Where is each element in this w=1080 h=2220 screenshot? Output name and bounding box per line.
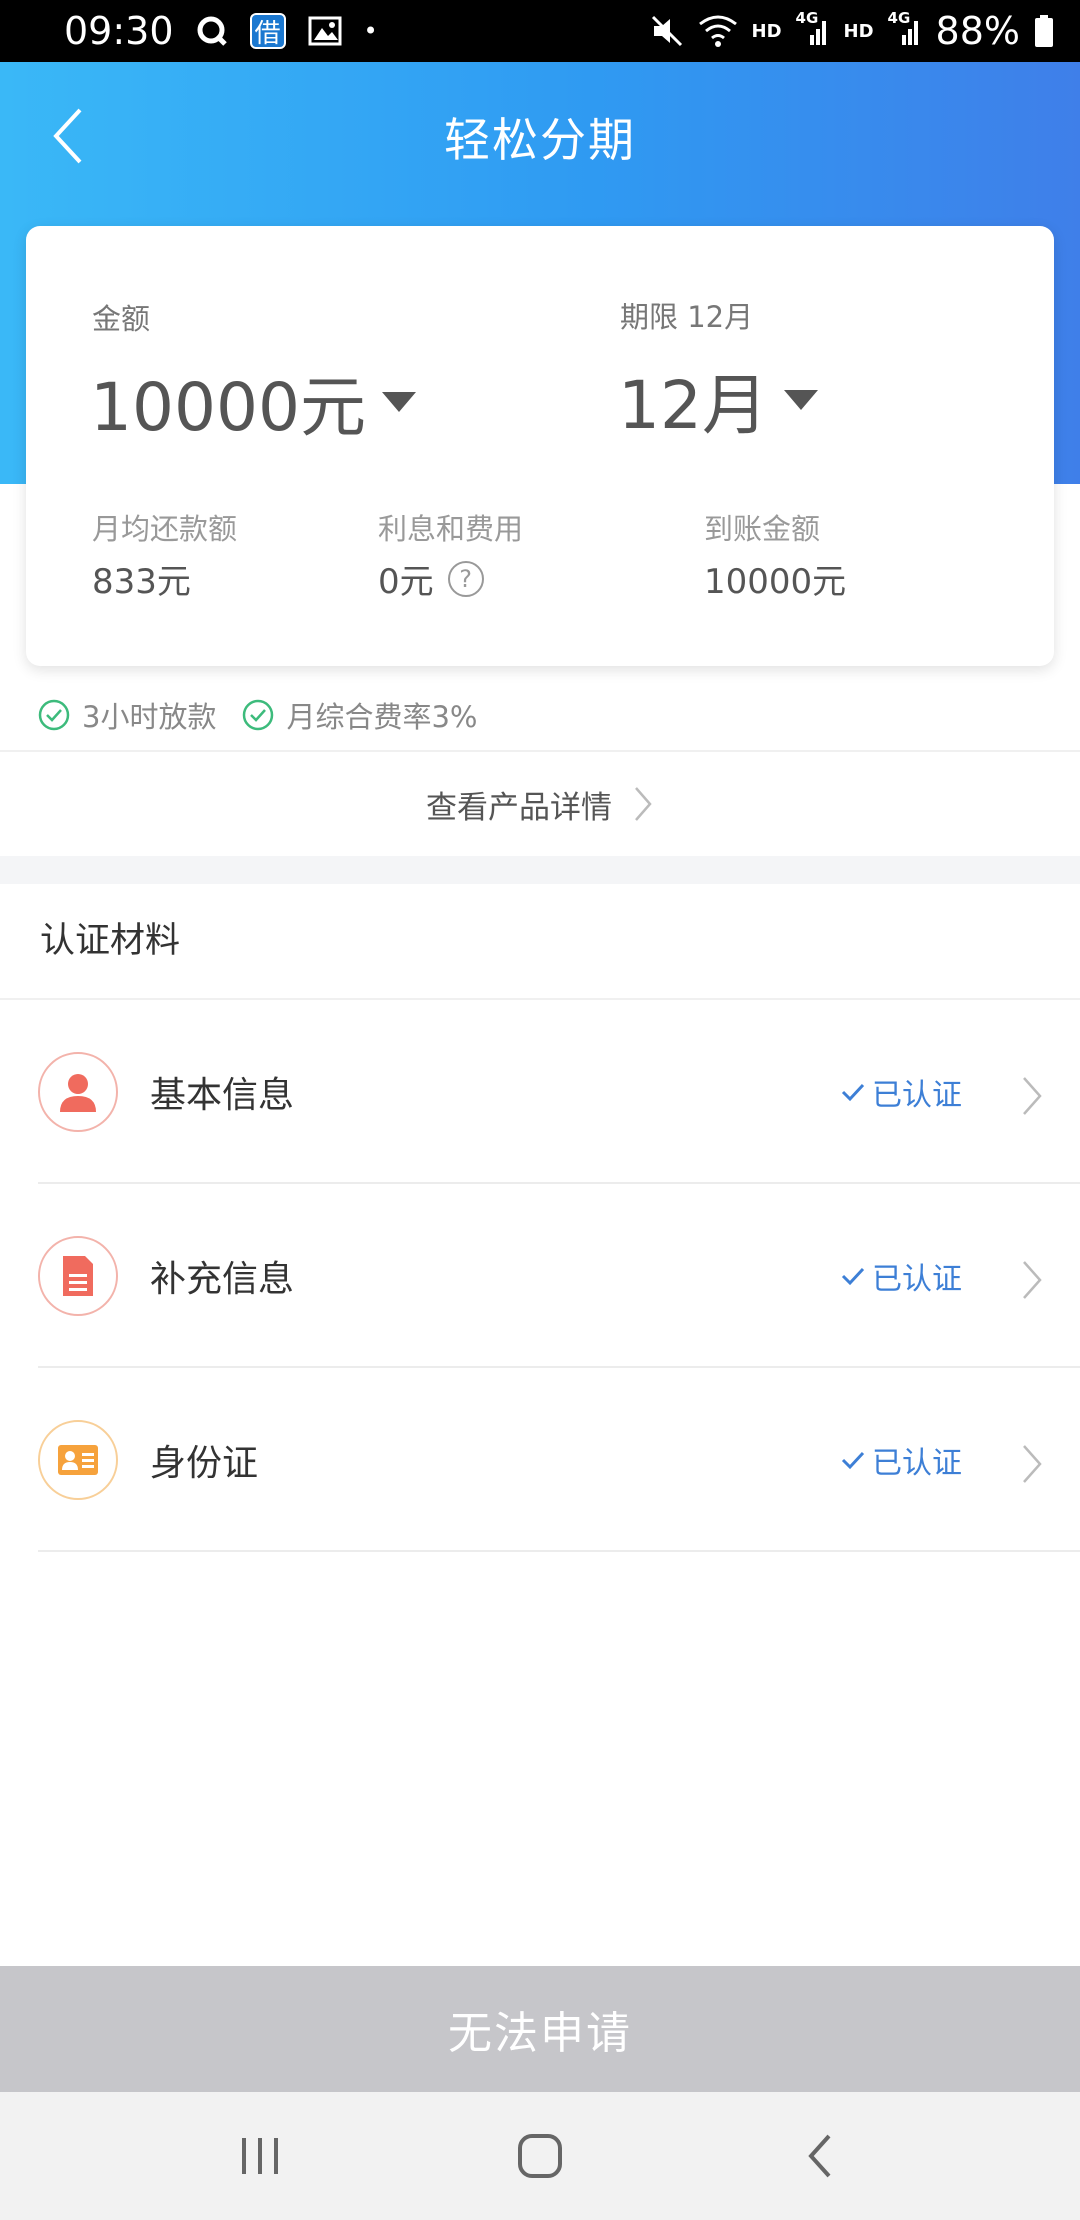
- cert-item-supplementary-info[interactable]: 补充信息 已认证: [0, 1184, 1080, 1368]
- interest-fees-value: 0元: [378, 562, 434, 602]
- id-card-icon: [38, 1420, 118, 1500]
- caret-down-icon: [783, 390, 818, 410]
- monthly-payment-value: 833元: [92, 562, 191, 602]
- status-time: 09:30: [64, 9, 174, 53]
- mute-icon: [650, 13, 684, 49]
- amount-value: 10000元: [90, 369, 366, 446]
- received-amount-value: 10000元: [704, 562, 847, 602]
- feature-item: 3小时放款: [38, 694, 216, 736]
- hd-label-2: HD: [843, 20, 874, 42]
- chevron-right-icon: [1023, 1261, 1042, 1299]
- gallery-icon: [308, 13, 342, 49]
- signal-icon-2: 4G: [888, 9, 922, 49]
- net-4g-label-2: 4G: [887, 9, 911, 27]
- recent-apps-button[interactable]: [210, 2106, 310, 2206]
- interest-fees-label: 利息和费用: [378, 512, 524, 546]
- feature-label: 3小时放款: [82, 700, 217, 734]
- net-4g-label-1: 4G: [795, 9, 819, 27]
- home-button[interactable]: [490, 2106, 590, 2206]
- chevron-right-icon: [635, 787, 652, 821]
- check-icon: [841, 1267, 865, 1286]
- cert-item-basic-info[interactable]: 基本信息 已认证: [0, 1000, 1080, 1184]
- feature-label: 月综合费率3%: [286, 700, 478, 734]
- section-gap: [0, 856, 1080, 884]
- term-selector[interactable]: 12月: [618, 352, 818, 448]
- caret-down-icon: [381, 392, 416, 412]
- document-icon: [38, 1236, 118, 1316]
- q-app-icon: [196, 13, 228, 49]
- system-nav-bar: [0, 2092, 1080, 2220]
- check-circle-icon: [38, 699, 70, 731]
- verified-status: 已认证: [840, 1070, 962, 1114]
- loan-card: 金额 10000元 期限 12月 12月 月均还款额 833元 利息和费用 0元…: [26, 226, 1054, 666]
- home-icon: [518, 2134, 562, 2178]
- interest-fees: 0元 ?: [378, 554, 484, 603]
- chevron-right-icon: [1023, 1445, 1042, 1483]
- apply-button[interactable]: 无法申请: [0, 1966, 1080, 2092]
- wifi-icon: [698, 13, 738, 49]
- check-icon: [841, 1451, 865, 1470]
- verified-label: 已认证: [872, 1262, 962, 1297]
- battery-icon: [1034, 13, 1054, 49]
- verified-label: 已认证: [872, 1078, 962, 1113]
- amount-selector[interactable]: 10000元: [90, 354, 416, 450]
- verified-label: 已认证: [872, 1446, 962, 1481]
- verified-status: 已认证: [840, 1254, 962, 1298]
- back-icon: [808, 2134, 831, 2178]
- person-icon: [38, 1052, 118, 1132]
- monthly-payment-label: 月均还款额: [92, 512, 238, 546]
- section-title: 认证材料: [40, 921, 181, 961]
- cert-label: 身份证: [150, 1443, 259, 1484]
- divider: [38, 1550, 1080, 1552]
- term-label: 期限 12月: [620, 300, 754, 334]
- hd-label-1: HD: [751, 20, 782, 42]
- received-amount-label: 到账金额: [704, 512, 821, 546]
- status-bar: 09:30 借 • HD 4G HD 4G 88%: [0, 0, 1080, 62]
- check-circle-icon: [243, 699, 274, 731]
- loan-app-icon: 借: [249, 13, 286, 49]
- feature-item: 月综合费率3%: [242, 694, 477, 736]
- verified-status: 已认证: [840, 1438, 962, 1482]
- signal-icon-1: 4G: [796, 9, 830, 49]
- recent-apps-icon: [242, 2138, 278, 2174]
- amount-label: 金额: [92, 302, 151, 336]
- cert-label: 基本信息: [150, 1075, 295, 1116]
- help-icon[interactable]: ?: [447, 560, 484, 597]
- battery-percent: 88%: [935, 9, 1020, 53]
- chevron-right-icon: [1023, 1077, 1042, 1115]
- page-title: 轻松分期: [444, 113, 636, 167]
- product-details-label: 查看产品详情: [426, 789, 612, 826]
- notification-dot: •: [363, 17, 378, 45]
- check-icon: [841, 1083, 865, 1102]
- nav-back-button[interactable]: [770, 2106, 870, 2206]
- term-value: 12月: [618, 367, 768, 444]
- cert-item-id-card[interactable]: 身份证 已认证: [0, 1368, 1080, 1552]
- cert-label: 补充信息: [150, 1259, 295, 1300]
- feature-tags: 3小时放款 月综合费率3%: [38, 694, 477, 736]
- product-details-link[interactable]: 查看产品详情: [0, 752, 1080, 856]
- screen: 09:30 借 • HD 4G HD 4G 88% 轻松分期 金额 10000元…: [0, 0, 1080, 2220]
